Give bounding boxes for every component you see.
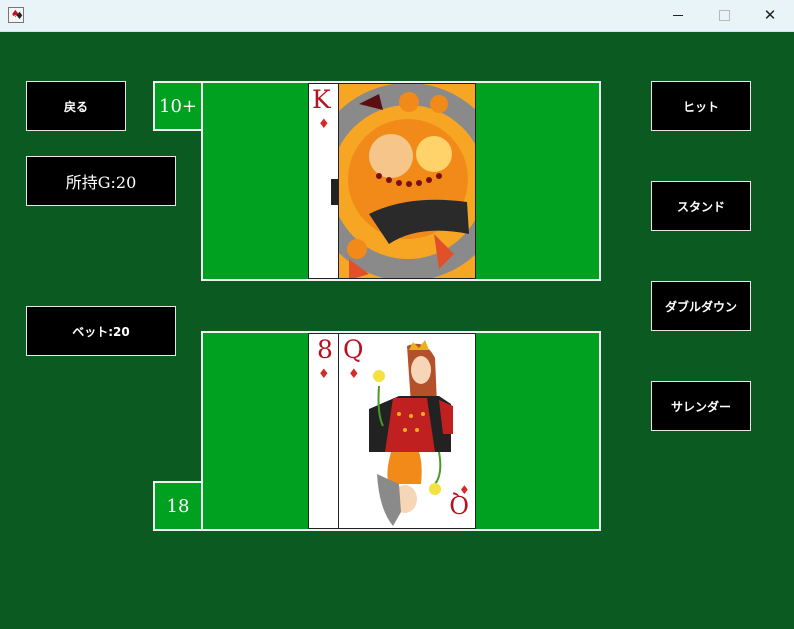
player-card-2: Q ♦ Q ♦ — [338, 333, 476, 529]
maximize-icon — [718, 10, 730, 21]
stand-button[interactable]: スタンド — [651, 181, 751, 231]
dealer-card-back — [338, 83, 476, 279]
back-button[interactable]: 戻る — [26, 81, 126, 131]
card-back-pattern-icon — [339, 84, 475, 278]
minimize-icon — [673, 15, 683, 16]
diamond-suit-icon: ♦ — [318, 367, 330, 382]
double-down-button[interactable]: ダブルダウン — [651, 281, 751, 331]
card-rank: 8 — [317, 335, 333, 364]
card-rank: K — [312, 85, 331, 114]
minimize-button[interactable] — [655, 0, 701, 31]
svg-text:♦: ♦ — [459, 483, 470, 497]
bet-display: ベット:20 — [26, 306, 176, 356]
window-titlebar: ♠ ♦ ✕ — [0, 0, 794, 32]
diamond-suit-icon: ♦ — [318, 117, 330, 132]
gold-display: 所持G:20 — [26, 156, 176, 206]
playing-cards-icon: ♠ ♦ — [8, 7, 24, 23]
hit-button[interactable]: ヒット — [651, 81, 751, 131]
surrender-button[interactable]: サレンダー — [651, 381, 751, 431]
close-icon: ✕ — [763, 6, 777, 24]
maximize-button[interactable] — [701, 0, 747, 31]
player-score: 18 — [153, 481, 203, 531]
queen-figure-icon: Q ♦ — [369, 340, 470, 526]
dealer-score: 10+ — [153, 81, 203, 131]
close-button[interactable]: ✕ — [747, 0, 793, 31]
